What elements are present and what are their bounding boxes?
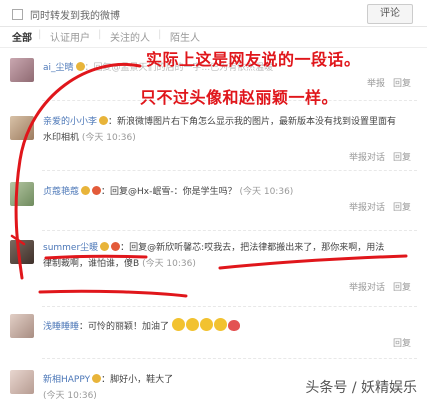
tab-strangers[interactable]: 陌生人 [170, 29, 200, 44]
divider [42, 230, 417, 231]
tab-separator: | [38, 29, 42, 40]
comment-body-continued: 水印相机 (今天 10:36) [43, 130, 136, 146]
comment-time: (今天 10:36) [81, 133, 136, 143]
cheer-emoji-icon [199, 318, 213, 331]
comment-username[interactable]: summer尘暖 [43, 243, 98, 253]
annotation-line-2: 只不过头像和赵丽颖一样。 [140, 88, 339, 107]
cheer-emoji-icon [213, 318, 227, 331]
comment-actions: 举报对话 回复 [341, 200, 411, 213]
reply-link[interactable]: 回复 [393, 203, 411, 213]
comment-item: summer尘暖 ：回复@新欣听馨芯:哎我去，把法律都搬出来了，那你来啊，用法 律… [0, 234, 427, 300]
forward-label: 同时转发到我的微博 [30, 11, 120, 22]
comment-username[interactable]: 新相HAPPY [43, 375, 90, 385]
emoji-row [171, 318, 240, 332]
comment-body: 贞蔻艳蔻 ：回复@Hx-岷雪-：你是学生吗？ (今天 10:36) [43, 184, 293, 200]
comment-username[interactable]: 贞蔻艳蔻 [43, 187, 79, 197]
compose-bar: 同时转发到我的微博 评论 [0, 0, 427, 27]
avatar[interactable] [10, 116, 34, 140]
report-link[interactable]: 举报 [367, 79, 385, 89]
comment-item: 贞蔻艳蔻 ：回复@Hx-岷雪-：你是学生吗？ (今天 10:36) 举报对话 回复 [0, 176, 427, 220]
reply-link[interactable]: 回复 [393, 339, 411, 349]
tab-separator: | [98, 29, 102, 40]
vip-badge-icon [75, 62, 85, 71]
vip-badge-icon [81, 186, 91, 195]
avatar[interactable] [10, 182, 34, 206]
comment-text: 水印相机 [43, 133, 80, 143]
comment-text: ：新浪微博图片右下角怎么显示我的图片，最新版本没有找到设置里面有 [108, 117, 397, 127]
tab-verified-users[interactable]: 认证用户 [50, 29, 90, 44]
tab-all[interactable]: 全部 [12, 29, 32, 44]
level-badge-icon [92, 186, 102, 195]
comment-item: 浅睡睡睡：可怜的丽颖！加油了 回复 [0, 310, 427, 354]
report-link[interactable]: 举报对话 [349, 153, 385, 163]
cheer-emoji-icon [185, 318, 199, 331]
comment-username[interactable]: 浅睡睡睡 [43, 322, 79, 332]
annotation-line-1: 实际上这是网友说的一段话。 [146, 50, 361, 69]
comment-time: (今天 10:36) [142, 259, 196, 269]
comment-body: 新相HAPPY ：脚好小，鞋大了 [43, 372, 173, 388]
comment-body-continued: 律制裁啊，谁怕谁，傻B (今天 10:36) [43, 256, 196, 272]
comment-time: (今天 10:36) [239, 187, 294, 197]
comment-actions: 回复 [385, 336, 411, 349]
comment-username[interactable]: 亲爱的小小李 [43, 117, 97, 127]
comment-text: ：回复@新欣听馨芯:哎我去，把法律都搬出来了，那你来啊，用法 [120, 243, 385, 253]
avatar[interactable] [10, 240, 34, 264]
forward-checkbox[interactable] [12, 9, 23, 20]
comment-body-continued: (今天 10:36) [43, 388, 97, 404]
comment-text: ：回复@Hx-岷雪-：你是学生吗？ [101, 187, 237, 197]
cheer-emoji-icon [171, 318, 185, 331]
heart-emoji-icon [227, 320, 240, 331]
watermark: 头条号 / 妖精娱乐 [305, 380, 417, 396]
comment-text: 律制裁啊，谁怕谁，傻B [43, 259, 140, 269]
tab-following[interactable]: 关注的人 [110, 29, 150, 44]
divider [42, 170, 417, 171]
comment-actions: 举报对话 回复 [341, 150, 411, 163]
reply-link[interactable]: 回复 [393, 283, 411, 293]
comment-body: 亲爱的小小李 ：新浪微博图片右下角怎么显示我的图片，最新版本没有找到设置里面有 [43, 114, 396, 130]
tab-separator: | [158, 29, 162, 40]
avatar[interactable] [10, 370, 34, 394]
comment-text: ：可怜的丽颖！加油了 [79, 322, 170, 332]
comment-actions: 举报 回复 [359, 76, 411, 89]
vip-badge-icon [92, 374, 102, 383]
comment-text: ：脚好小，鞋大了 [101, 375, 174, 385]
report-link[interactable]: 举报对话 [349, 203, 385, 213]
comment-actions: 举报对话 回复 [341, 280, 411, 293]
reply-link[interactable]: 回复 [393, 79, 411, 89]
divider [42, 306, 417, 307]
comment-body: 浅睡睡睡：可怜的丽颖！加油了 [43, 318, 240, 335]
report-link[interactable]: 举报对话 [349, 283, 385, 293]
vip-badge-icon [100, 242, 110, 251]
comment-item: 亲爱的小小李 ：新浪微博图片右下角怎么显示我的图片，最新版本没有找到设置里面有 水… [0, 104, 427, 163]
level-badge-icon [111, 242, 121, 251]
divider [42, 358, 417, 359]
comment-body: summer尘暖 ：回复@新欣听馨芯:哎我去，把法律都搬出来了，那你来啊，用法 [43, 240, 384, 256]
reply-link[interactable]: 回复 [393, 153, 411, 163]
vip-badge-icon [99, 116, 109, 125]
avatar[interactable] [10, 58, 34, 82]
comment-username[interactable]: ai_尘晴 [43, 63, 74, 73]
comment-time: (今天 10:36) [43, 391, 97, 401]
avatar[interactable] [10, 314, 34, 338]
comment-submit-button[interactable]: 评论 [367, 4, 413, 24]
